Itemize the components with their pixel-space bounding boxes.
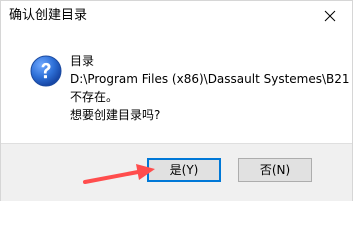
question-icon — [30, 55, 62, 87]
red-arrow-annotation — [83, 164, 155, 184]
message-area: 目录 D:\Program Files (x86)\Dassault Syste… — [1, 31, 352, 143]
button-bar: 是(Y) 否(N) — [1, 143, 352, 201]
message-line-question: 想要创建目录吗? — [70, 108, 161, 122]
message-line-not-exist: 不存在。 — [70, 90, 119, 104]
window-title: 确认创建目录 — [9, 8, 88, 23]
close-button[interactable] — [308, 1, 352, 31]
close-icon — [324, 10, 336, 22]
message-line-path: D:\Program Files (x86)\Dassault Systemes… — [70, 72, 350, 86]
confirm-create-directory-dialog: 确认创建目录 目录 D:\Program Files (x86)\Dassaul… — [0, 0, 353, 201]
no-button[interactable]: 否(N) — [238, 158, 312, 182]
title-bar: 确认创建目录 — [1, 1, 352, 31]
message-line-directory-label: 目录 — [70, 54, 95, 68]
